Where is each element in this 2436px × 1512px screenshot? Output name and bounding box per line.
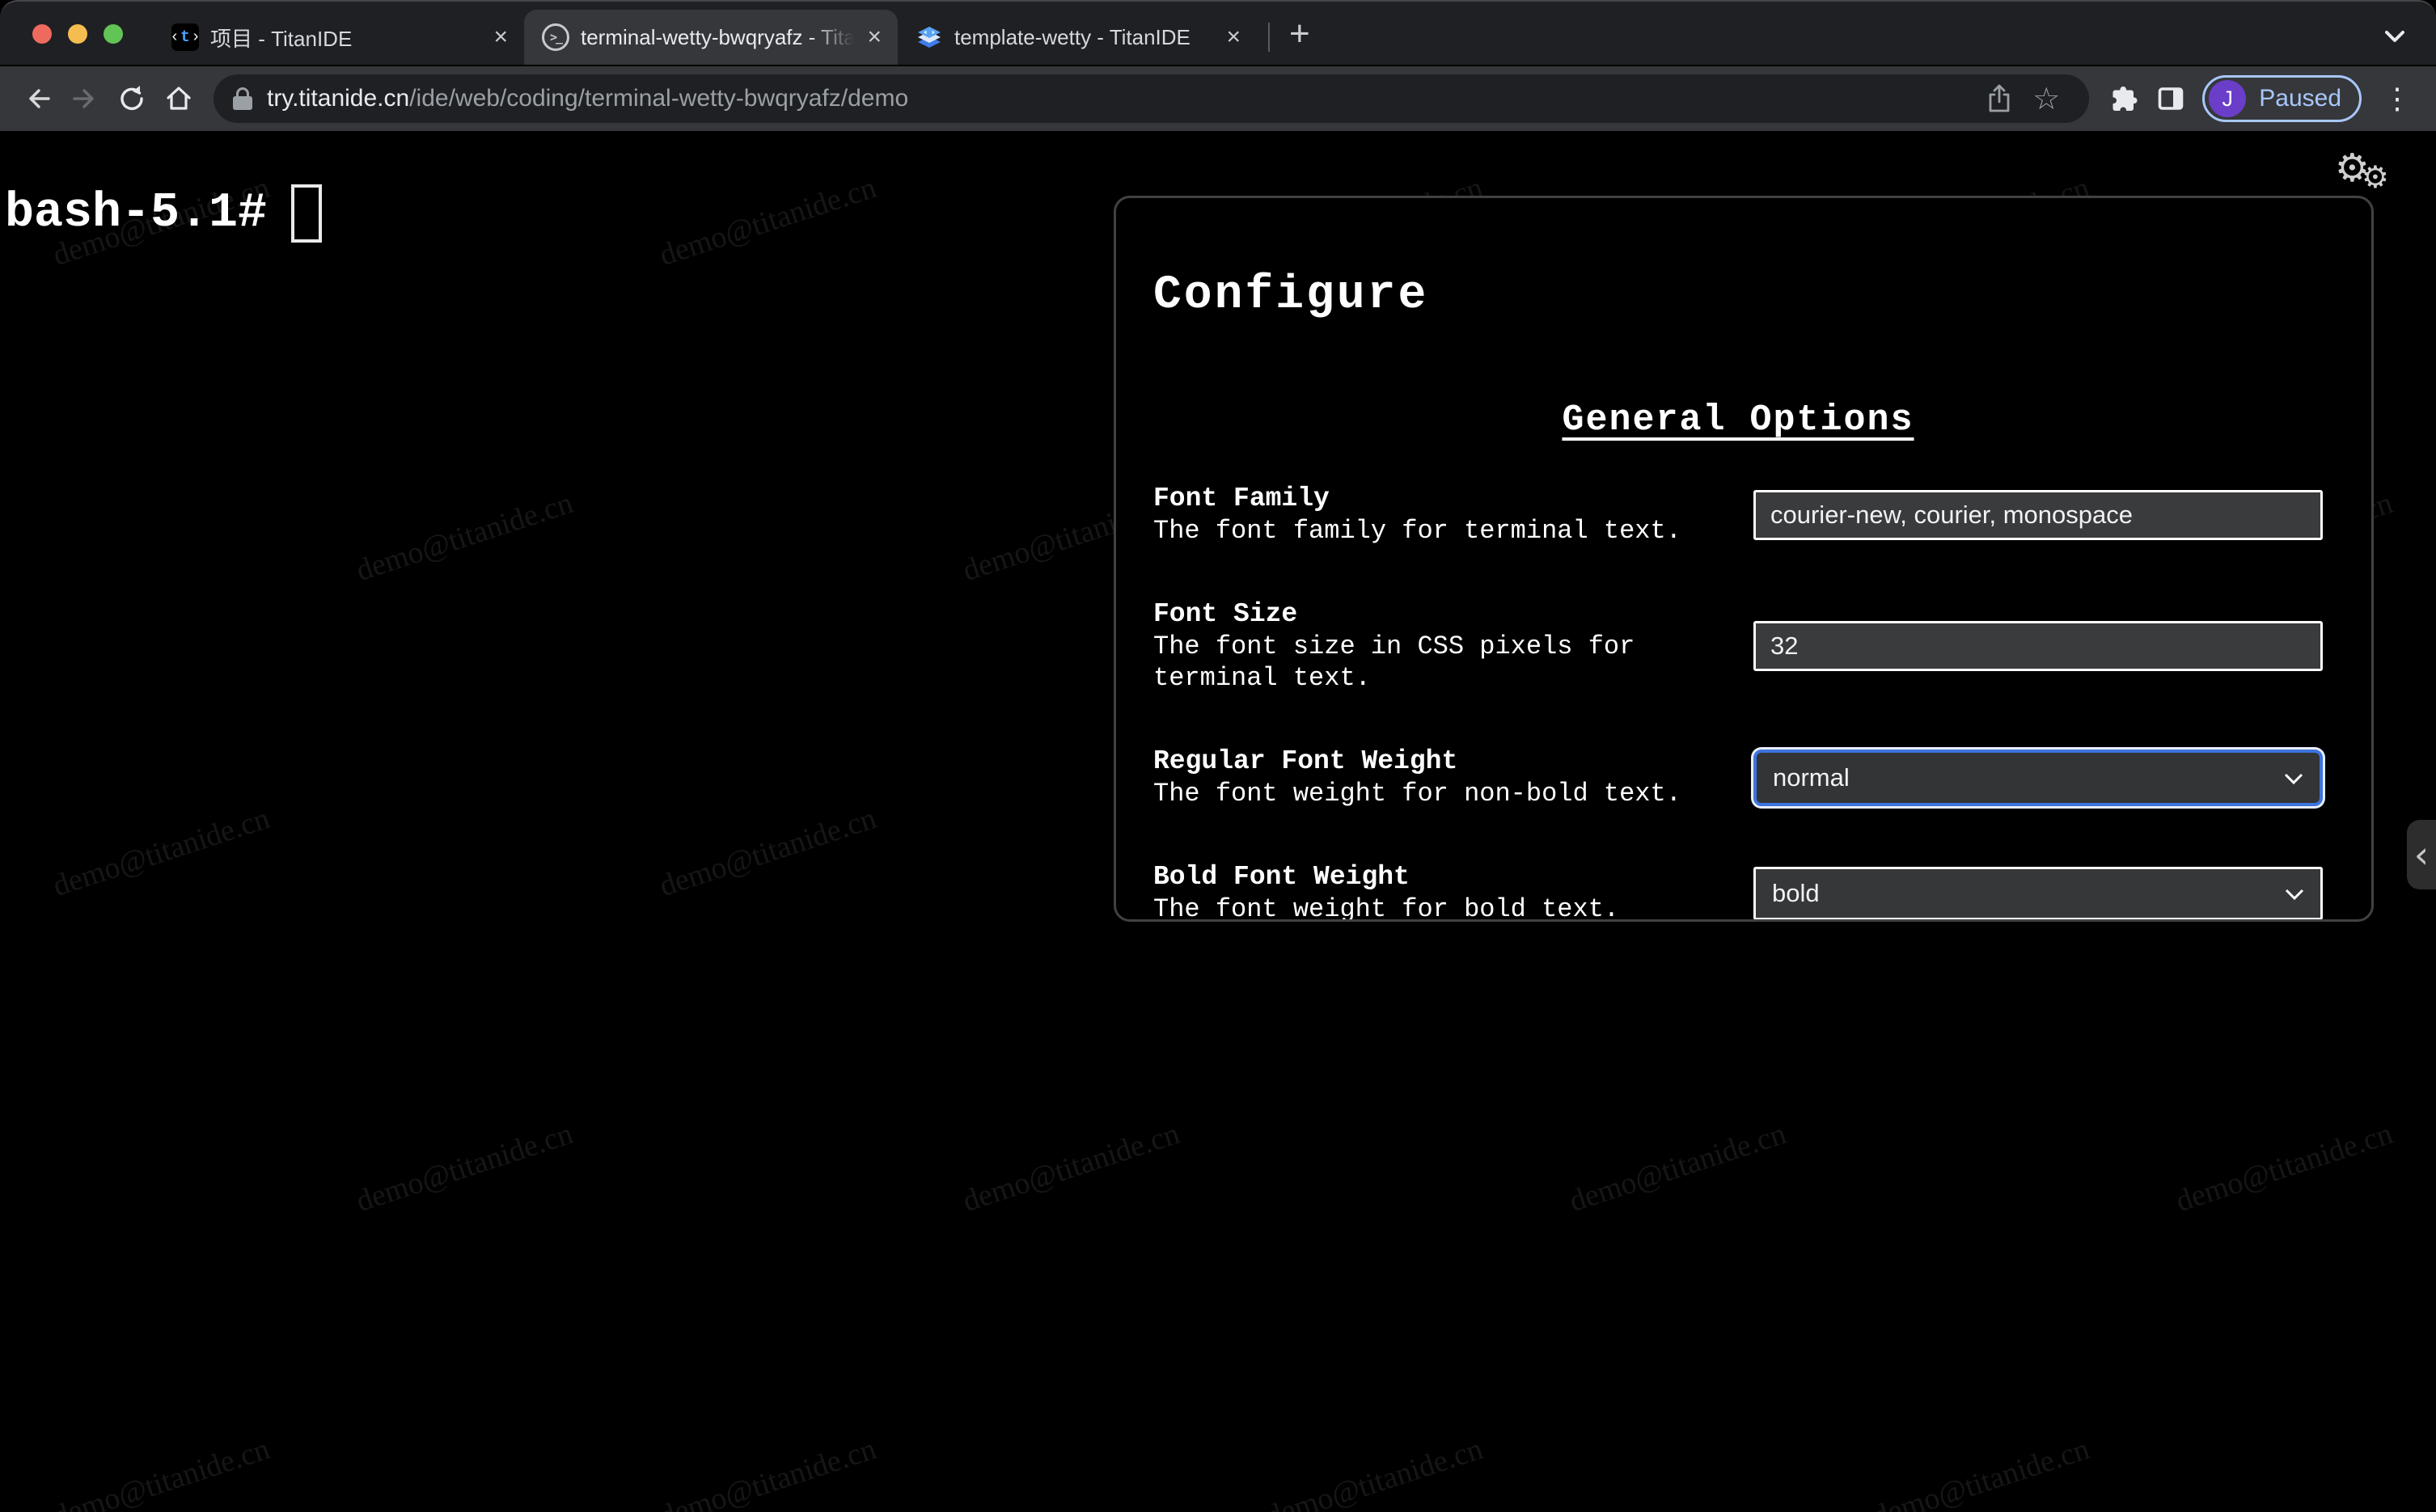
browser-toolbar: try.titanide.cn/ide/web/coding/terminal-… <box>0 66 2436 131</box>
field-text: Font Family The font family for terminal … <box>1153 483 1719 547</box>
watermark-text: demo@titanide.cn <box>655 170 881 273</box>
browser-menu-icon[interactable]: ⋮ <box>2373 82 2421 116</box>
terminal-prompt-line[interactable]: bash-5.1# <box>5 184 323 243</box>
profile-avatar: J <box>2209 80 2247 117</box>
template-favicon <box>918 27 941 48</box>
field-row-font-family: Font Family The font family for terminal … <box>1153 483 2323 547</box>
tab-2[interactable]: >_ terminal-wetty-bwqryafz - Tita × <box>524 10 898 65</box>
bookmark-star-icon[interactable]: ☆ <box>2023 75 2070 122</box>
tab-title: terminal-wetty-bwqryafz - Tita <box>581 24 855 50</box>
general-options-heading: General Options <box>1562 399 1914 441</box>
field-text: Regular Font Weight The font weight for n… <box>1153 745 1719 809</box>
extensions-puzzle-icon[interactable] <box>2100 75 2147 122</box>
back-button[interactable] <box>15 75 61 122</box>
lock-icon[interactable] <box>233 87 252 110</box>
terminal-cursor <box>291 184 323 243</box>
terminal-page: demo@titanide.cn demo@titanide.cn demo@tit… <box>0 131 2436 1512</box>
watermark-text: demo@titanide.cn <box>655 1431 881 1512</box>
bold-font-weight-select[interactable]: bold <box>1753 866 2323 919</box>
field-description: The font family for terminal text. <box>1153 516 1681 546</box>
settings-gears-icon[interactable]: ⚙⚙ <box>2335 146 2389 195</box>
chevron-down-icon <box>2283 879 2306 908</box>
profile-paused-badge[interactable]: J Paused <box>2202 75 2362 122</box>
zoom-window-button[interactable] <box>104 24 123 44</box>
field-description: The font weight for non-bold text. <box>1153 779 1681 809</box>
field-text: Font Size The font size in CSS pixels for… <box>1153 598 1719 694</box>
watermark-text: demo@titanide.cn <box>655 800 881 904</box>
watermark-text: demo@titanide.cn <box>2172 1116 2397 1219</box>
tab-strip: ‹ t › 项目 - TitanIDE × >_ terminal-wetty-bwqrya… <box>0 0 2436 65</box>
minimize-window-button[interactable] <box>68 24 87 44</box>
watermark-text: demo@titanide.cn <box>352 485 577 589</box>
watermark-text: demo@titanide.cn <box>352 1116 577 1219</box>
new-tab-button[interactable]: + <box>1281 16 1318 65</box>
configure-panel: Configure General Options Font Family The… <box>1114 196 2374 922</box>
traffic-lights <box>32 24 123 44</box>
terminal-prompt-text: bash-5.1# <box>5 186 268 241</box>
tab-title: 项目 - TitanIDE <box>210 26 353 51</box>
field-row-bold-font-weight: Bold Font Weight The font weight for bold… <box>1153 861 2323 922</box>
watermark-text: demo@titanide.cn <box>49 1431 274 1512</box>
field-label: Regular Font Weight <box>1153 746 1458 776</box>
watermark-text: demo@titanide.cn <box>958 1116 1184 1219</box>
tab-list: ‹ t › 项目 - TitanIDE × >_ terminal-wetty-bwqrya… <box>154 10 1318 65</box>
field-row-regular-font-weight: Regular Font Weight The font weight for n… <box>1153 745 2323 809</box>
watermark-text: demo@titanide.cn <box>1565 1116 1791 1219</box>
watermark-text: demo@titanide.cn <box>1868 1431 2094 1512</box>
regular-font-weight-select[interactable]: normal <box>1753 749 2323 806</box>
reload-button[interactable] <box>108 75 155 122</box>
profile-status-label: Paused <box>2259 85 2341 112</box>
field-label: Font Size <box>1153 599 1298 629</box>
field-description: The font weight for bold text. <box>1153 894 1620 922</box>
forward-button[interactable] <box>61 75 108 122</box>
configure-fields: Font Family The font family for terminal … <box>1153 483 2323 922</box>
tab-close-icon[interactable]: × <box>1224 25 1242 49</box>
side-panel-icon[interactable] <box>2147 75 2194 122</box>
tab-1[interactable]: ‹ t › 项目 - TitanIDE × <box>154 10 524 65</box>
font-size-input[interactable] <box>1753 621 2323 671</box>
url-text[interactable]: try.titanide.cn/ide/web/coding/terminal-… <box>267 85 1976 112</box>
tab-close-icon[interactable]: × <box>865 25 883 49</box>
chevron-down-icon <box>2282 763 2305 792</box>
tab-3[interactable]: template-wetty - TitanIDE × <box>898 10 1257 65</box>
close-window-button[interactable] <box>32 24 52 44</box>
titanide-favicon: ‹ t › <box>170 23 201 51</box>
share-icon[interactable] <box>1976 75 2023 122</box>
tab-close-icon[interactable]: × <box>492 25 510 49</box>
browser-window: ‹ t › 项目 - TitanIDE × >_ terminal-wetty-bwqrya… <box>0 0 2436 1512</box>
address-bar[interactable]: try.titanide.cn/ide/web/coding/terminal-… <box>214 74 2090 123</box>
field-row-font-size: Font Size The font size in CSS pixels for… <box>1153 598 2323 694</box>
tab-divider <box>1268 23 1270 52</box>
field-label: Font Family <box>1153 484 1330 513</box>
terminal-favicon: >_ <box>542 23 569 51</box>
url-host: try.titanide.cn <box>267 85 410 112</box>
tab-search-chevron-icon[interactable] <box>2381 27 2409 49</box>
chevron-left-icon: ‹ <box>2413 833 2430 876</box>
field-label: Bold Font Weight <box>1153 862 1410 892</box>
configure-title: Configure <box>1153 269 1429 322</box>
field-description: The font size in CSS pixels for terminal… <box>1153 631 1635 693</box>
home-button[interactable] <box>155 75 202 122</box>
tab-title: template-wetty - TitanIDE <box>954 24 1191 49</box>
field-text: Bold Font Weight The font weight for bold… <box>1153 861 1719 922</box>
watermark-text: demo@titanide.cn <box>49 800 274 904</box>
panel-collapse-handle[interactable]: ‹ <box>2407 820 2436 889</box>
url-path: /ide/web/coding/terminal-wetty-bwqryafz/… <box>409 85 909 112</box>
font-family-input[interactable] <box>1753 489 2323 540</box>
watermark-text: demo@titanide.cn <box>1262 1431 1487 1512</box>
